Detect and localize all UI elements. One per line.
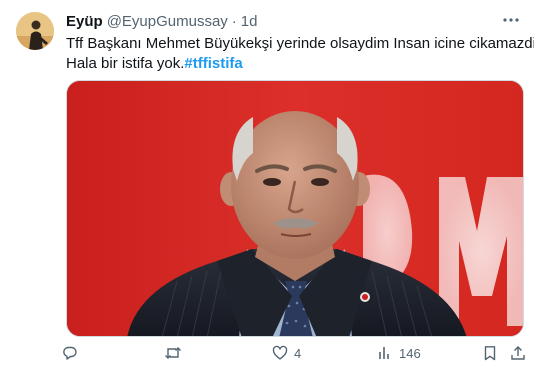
views-icon (377, 345, 393, 361)
share-button[interactable] (510, 343, 526, 363)
author-handle[interactable]: @EyupGumussay (107, 13, 228, 30)
retweet-button[interactable] (164, 343, 188, 363)
more-icon (502, 11, 520, 34)
tweet-text-line-2-text: Hala bir istifa yok. (66, 55, 185, 72)
retweet-icon (164, 345, 182, 361)
tweet-text-line-2: Hala bir istifa yok.#tffistifa (66, 54, 522, 74)
author-name[interactable]: Eyüp (66, 13, 103, 30)
tweet-card[interactable]: Eyüp @EyupGumussay · 1d Tff Başkanı Mehm… (0, 0, 534, 366)
avatar[interactable] (16, 12, 54, 50)
more-button[interactable] (500, 11, 522, 33)
tweet-timestamp[interactable]: 1d (241, 13, 258, 30)
reply-icon (62, 345, 78, 361)
tweet-header: Eyüp @EyupGumussay · 1d (66, 11, 257, 31)
reply-button[interactable] (62, 343, 84, 363)
like-button[interactable]: 4 (272, 343, 301, 363)
tweet-photo[interactable] (66, 80, 524, 337)
bookmark-button[interactable] (482, 343, 498, 363)
bookmark-icon (482, 345, 498, 361)
like-icon (272, 345, 288, 361)
action-bar: 4 146 (62, 343, 532, 363)
share-icon (510, 345, 526, 361)
tweet-text: Tff Başkanı Mehmet Büyükekşi yerinde ols… (66, 34, 534, 74)
like-count: 4 (294, 345, 302, 361)
views-count: 146 (399, 345, 421, 361)
separator-dot: · (231, 12, 237, 30)
hashtag-link[interactable]: #tffistifa (184, 55, 242, 72)
tweet-text-line-1: Tff Başkanı Mehmet Büyükekşi yerinde ols… (66, 35, 534, 52)
views-button[interactable]: 146 (377, 343, 421, 363)
